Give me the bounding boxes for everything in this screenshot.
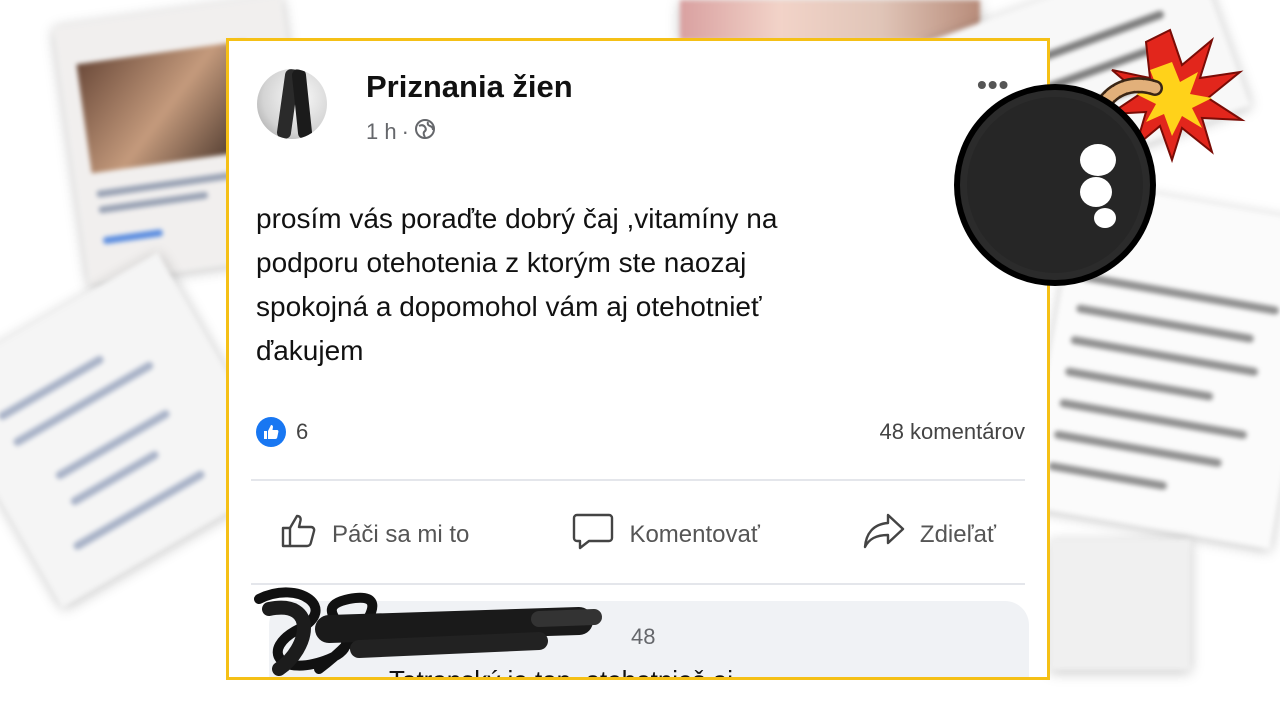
page-name[interactable]: Priznania žien — [366, 69, 573, 105]
post-meta: 1 h · — [366, 118, 436, 146]
reaction-count: 6 — [296, 419, 309, 444]
background-comment-right — [1050, 540, 1190, 670]
post-time[interactable]: 1 h — [366, 119, 397, 145]
thumbs-up-icon — [280, 513, 318, 556]
like-reaction-icon — [256, 417, 286, 447]
comment-button[interactable]: Komentovať — [571, 511, 760, 558]
share-button[interactable]: Zdieľať — [862, 512, 996, 557]
post-text: prosím vás poraďte dobrý čaj ,vitamíny n… — [256, 203, 778, 366]
comment-label: Komentovať — [629, 520, 760, 548]
background-photo-strip — [680, 0, 980, 40]
page-avatar[interactable] — [257, 69, 327, 139]
facebook-post: Priznania žien 1 h · ••• prosím vás pora… — [226, 38, 1050, 680]
like-button[interactable]: Páči sa mi to — [280, 513, 469, 556]
bomb-icon — [954, 28, 1246, 286]
reactions-summary[interactable]: 6 — [256, 417, 308, 447]
globe-icon — [414, 118, 436, 146]
redaction-scribble — [254, 587, 602, 676]
comments-count[interactable]: 48 komentárov — [879, 419, 1025, 445]
share-icon — [862, 512, 906, 557]
like-label: Páči sa mi to — [332, 520, 470, 548]
post-actions: Páči sa mi to Komentovať Zdieľať — [229, 511, 1047, 558]
share-label: Zdieľať — [919, 520, 996, 548]
meta-separator: · — [401, 119, 409, 144]
comment-icon — [571, 511, 615, 558]
divider — [251, 479, 1025, 481]
